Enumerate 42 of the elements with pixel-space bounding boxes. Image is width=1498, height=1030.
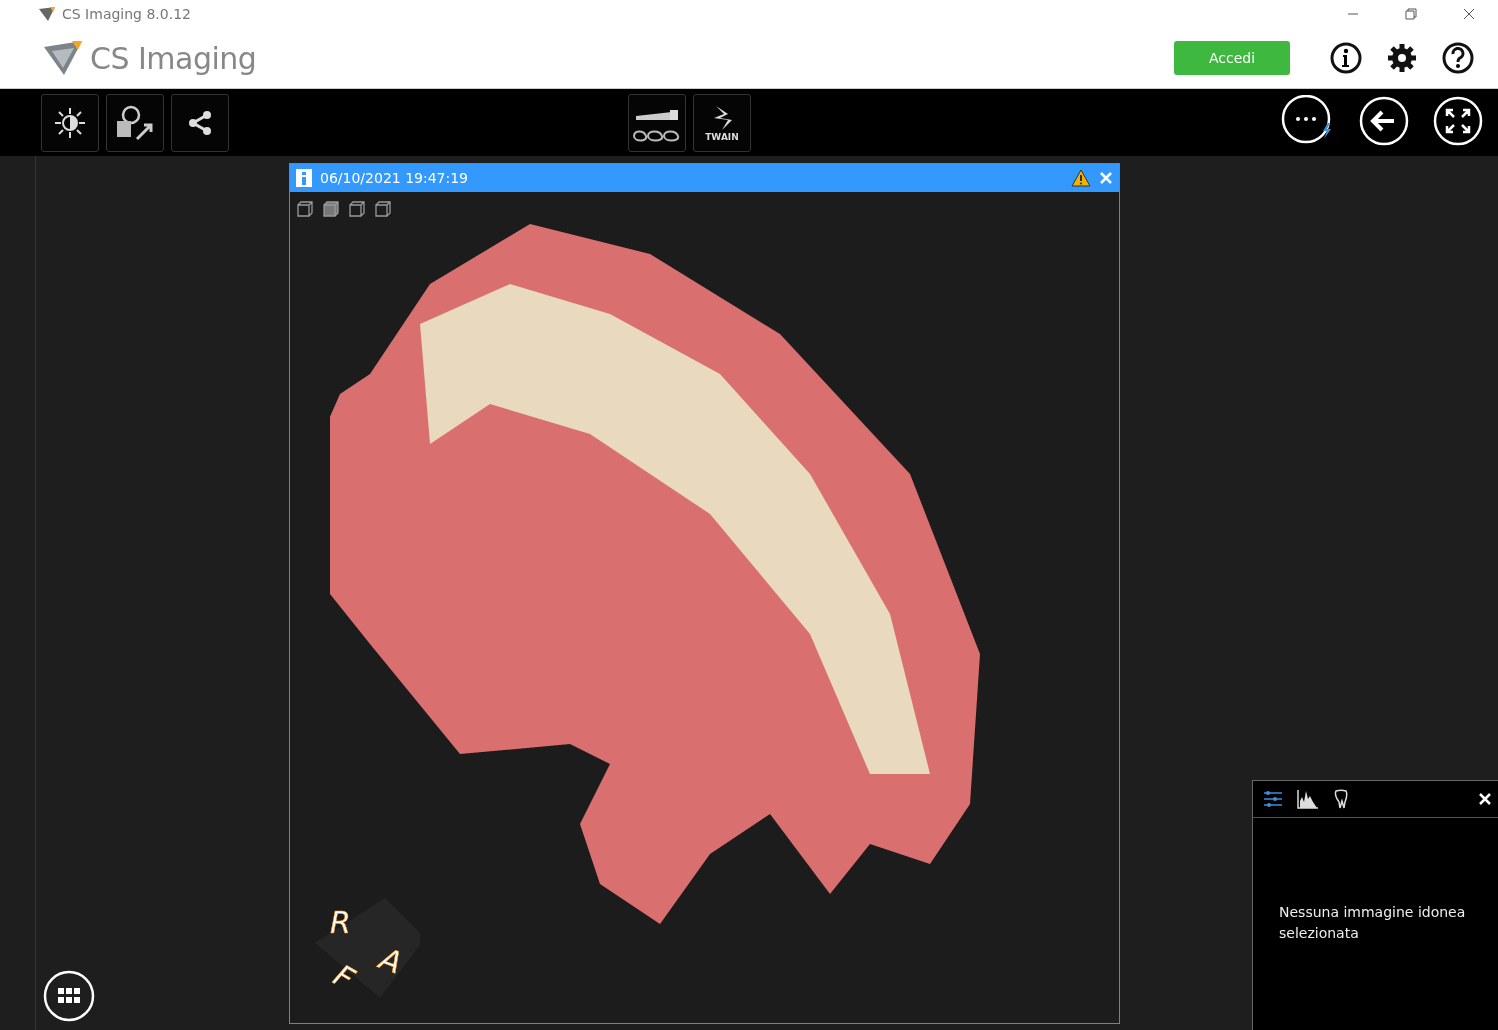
shape-tool-button[interactable] (106, 93, 164, 152)
empty-state-message: Nessuna immagine idonea selezionata (1279, 903, 1467, 943)
view-mode-button[interactable] (374, 200, 392, 218)
cube-view-icon (348, 200, 366, 218)
close-panel-button[interactable] (1478, 792, 1492, 806)
logo-icon (42, 39, 84, 77)
restore-icon (1405, 8, 1417, 20)
sliders-icon (1263, 789, 1283, 809)
panel-tab[interactable] (1297, 789, 1319, 809)
info-icon (296, 169, 312, 187)
close-icon (1478, 792, 1492, 806)
brightness-button[interactable] (41, 93, 99, 152)
help-icon (1442, 42, 1474, 74)
close-viewer-button[interactable] (1099, 171, 1113, 185)
cube-view-icon (296, 200, 314, 218)
view-mode-button[interactable] (296, 200, 314, 218)
cube-view-icon (322, 200, 340, 218)
image-timestamp: 06/10/2021 19:47:19 (320, 170, 469, 186)
app-logo-icon (38, 6, 56, 22)
info-icon (1330, 42, 1362, 74)
twain-button[interactable]: TWAIN (693, 93, 751, 152)
tooth-icon (1333, 789, 1349, 809)
scanner-button[interactable] (628, 93, 686, 152)
view-mode-button[interactable] (348, 200, 366, 218)
view-mode-button[interactable] (322, 200, 340, 218)
share-button[interactable] (171, 93, 229, 152)
grid-icon (43, 970, 95, 1022)
info-button[interactable] (1330, 42, 1362, 74)
close-icon (1099, 171, 1113, 185)
back-icon (1358, 94, 1410, 147)
app-logo-text: CS Imaging (90, 40, 257, 76)
cube-view-icon (374, 200, 392, 218)
settings-button[interactable] (1386, 42, 1418, 74)
panel-tab[interactable] (1333, 789, 1349, 809)
fullscreen-icon (1432, 94, 1484, 147)
close-icon (1463, 8, 1475, 20)
window-title: CS Imaging 8.0.12 (62, 6, 191, 22)
warning-icon (1071, 169, 1091, 187)
histogram-icon (1297, 789, 1319, 809)
help-button[interactable] (1442, 42, 1474, 74)
settings-icon (1386, 42, 1418, 74)
panel-tab[interactable] (1263, 789, 1283, 809)
